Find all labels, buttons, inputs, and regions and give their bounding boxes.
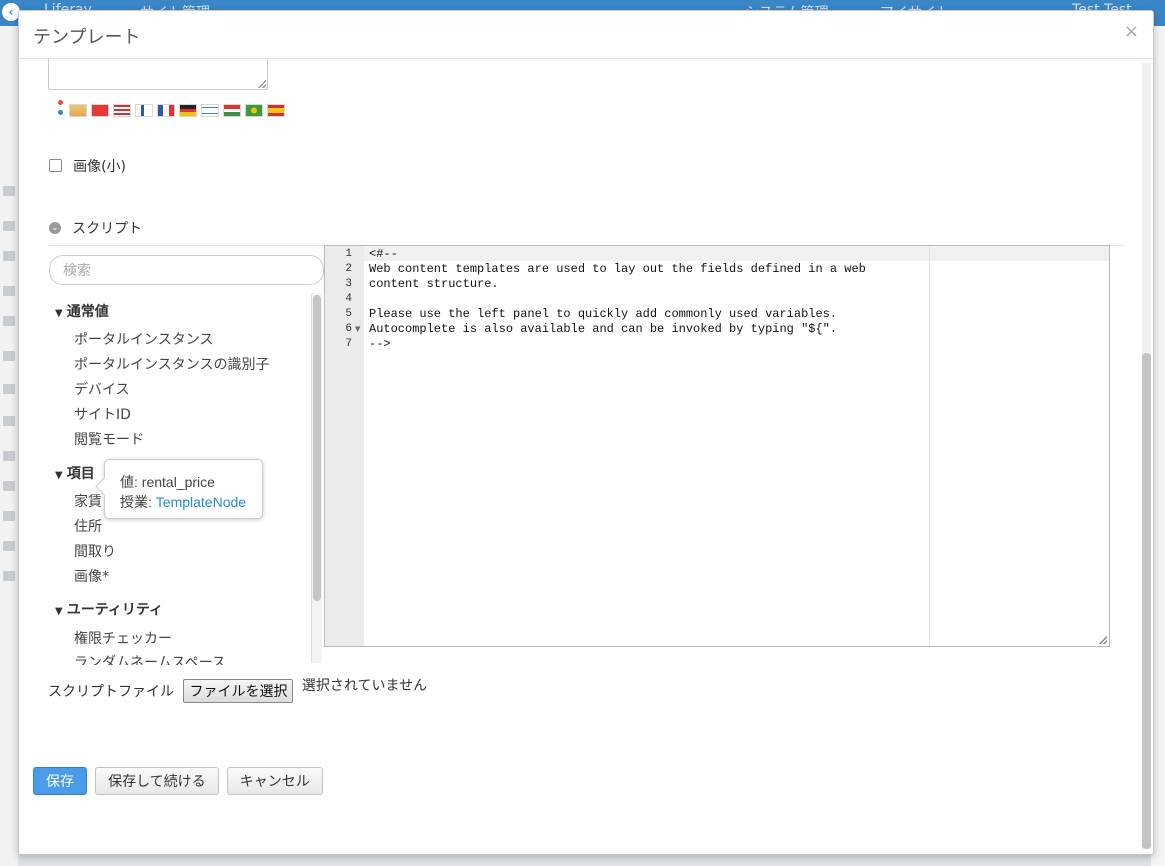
- flag-icon[interactable]: [113, 104, 131, 117]
- tooltip-value-label: 値:: [120, 474, 138, 490]
- variable-item[interactable]: 間取り: [74, 541, 116, 561]
- script-section-header[interactable]: ⌄ スクリプト: [49, 217, 142, 238]
- variable-group-general[interactable]: ▼ 通常値: [55, 301, 109, 321]
- line-number: 6: [345, 323, 352, 335]
- print-margin: [929, 246, 930, 646]
- flag-icon[interactable]: [179, 104, 197, 117]
- small-image-row: 画像(小): [49, 155, 126, 175]
- description-textarea[interactable]: [48, 59, 268, 90]
- line-number: 3: [345, 278, 352, 290]
- variable-item[interactable]: ランダムネームスペース: [74, 652, 226, 665]
- small-image-label: 画像(小): [73, 158, 127, 175]
- resize-grip-icon[interactable]: [1099, 636, 1107, 644]
- file-status-text: 選択されていません: [301, 678, 428, 694]
- variable-group-title: 通常値: [66, 304, 109, 320]
- tooltip-type-line: 授業: TemplateNode: [120, 492, 246, 512]
- scrollbar-thumb[interactable]: [1142, 353, 1151, 849]
- flag-icon[interactable]: [69, 104, 87, 117]
- line-number: 4: [345, 293, 352, 305]
- sidebar-icon: [3, 316, 15, 326]
- sidebar-icon: [3, 251, 15, 261]
- variable-item[interactable]: 家賃: [74, 491, 102, 511]
- triangle-down-icon: ▼: [55, 606, 63, 617]
- variable-item[interactable]: ポータルインスタンス: [74, 329, 213, 349]
- close-icon[interactable]: ×: [1124, 21, 1139, 42]
- line-number: 1: [345, 248, 352, 260]
- sidebar-icon: [3, 571, 15, 581]
- flag-icon[interactable]: [201, 104, 219, 117]
- flag-icon[interactable]: [157, 104, 175, 117]
- variable-search-input[interactable]: [49, 255, 324, 285]
- chevron-down-icon[interactable]: ⌄: [49, 221, 61, 234]
- tooltip-value-line: 値: rental_price: [120, 472, 215, 492]
- save-button[interactable]: 保存: [33, 767, 87, 795]
- code-line: Autocomplete is also available and can b…: [369, 322, 838, 336]
- template-modal: テンプレート × 画像(小) ⌄ スクリプト 検索 ▼ 通常値 ポータルインスタ…: [18, 10, 1154, 855]
- code-line: <#--: [369, 247, 398, 261]
- line-number: 7: [345, 338, 352, 350]
- save-and-continue-button[interactable]: 保存して続ける: [95, 767, 219, 795]
- tooltip-type-link[interactable]: TemplateNode: [156, 494, 246, 510]
- line-number: 5: [345, 308, 352, 320]
- sidebar-icon: [3, 451, 15, 461]
- code-line: Please use the left panel to quickly add…: [369, 307, 838, 321]
- modal-header: テンプレート ×: [19, 11, 1153, 59]
- flag-icon[interactable]: [135, 104, 153, 117]
- flag-icon[interactable]: [267, 104, 285, 117]
- flag-icon[interactable]: [91, 104, 109, 117]
- variable-group-fields[interactable]: ▼ 項目: [55, 463, 95, 483]
- sidebar-icon: [3, 511, 15, 521]
- tooltip-type-label: 授業:: [120, 494, 152, 510]
- tooltip-value: rental_price: [141, 474, 215, 490]
- sidebar-icon: [3, 481, 15, 491]
- sidebar-icon: [3, 286, 15, 296]
- code-line: -->: [369, 337, 391, 351]
- sidebar-icon: [3, 351, 15, 361]
- variable-tooltip: 値: rental_price 授業: TemplateNode: [95, 459, 263, 519]
- variable-group-title: ユーティリティ: [66, 602, 164, 618]
- sidebar-icon: [3, 186, 15, 196]
- modal-body: 画像(小) ⌄ スクリプト ▼通常値 ポータルインスタンス ポータルインスタンス…: [19, 59, 1139, 854]
- modal-title: テンプレート: [33, 27, 141, 48]
- script-code-editor[interactable]: 1 2 3 4 5 6 ▼ 7 <#-- Web content templat…: [324, 245, 1110, 647]
- choose-file-button[interactable]: ファイルを選択: [183, 679, 294, 703]
- modal-scrollbar[interactable]: [1142, 63, 1151, 849]
- variable-item[interactable]: サイトID: [74, 404, 131, 424]
- sidebar-icon: [3, 384, 15, 394]
- flag-icon[interactable]: [223, 104, 241, 117]
- variable-group-utilities[interactable]: ▼ ユーティリティ: [55, 599, 163, 619]
- background-sidebar: [0, 26, 18, 866]
- language-dot-icon: [58, 100, 63, 105]
- script-file-label: スクリプトファイル: [48, 684, 174, 700]
- code-line: Web content templates are used to lay ou…: [369, 262, 866, 276]
- variable-item[interactable]: デバイス: [74, 379, 130, 399]
- variable-item[interactable]: 住所: [74, 516, 102, 536]
- editor-gutter: [325, 246, 364, 646]
- active-line-highlight: [325, 246, 1109, 261]
- variable-item[interactable]: ポータルインスタンスの識別子: [74, 354, 269, 374]
- sidebar-icon: [3, 221, 15, 231]
- fold-arrow-icon[interactable]: ▼: [355, 325, 360, 333]
- modal-footer-buttons: 保存 保存して続ける キャンセル: [33, 767, 326, 795]
- small-image-checkbox[interactable]: [49, 159, 62, 172]
- triangle-down-icon: ▼: [55, 308, 63, 319]
- sidebar-icon: [3, 416, 15, 426]
- variables-scrollbar[interactable]: [311, 293, 322, 663]
- flag-icon[interactable]: [245, 104, 263, 117]
- script-file-row: スクリプトファイル ファイルを選択 選択されていません: [48, 678, 428, 703]
- variable-item[interactable]: 権限チェッカー: [74, 628, 172, 648]
- script-section-title: スクリプト: [72, 220, 143, 237]
- variable-item[interactable]: 画像*: [74, 566, 109, 586]
- cancel-button[interactable]: キャンセル: [226, 767, 323, 795]
- code-line: content structure.: [369, 277, 499, 291]
- line-number: 2: [345, 263, 352, 275]
- triangle-down-icon: ▼: [55, 470, 63, 481]
- variable-group-title: 項目: [66, 466, 95, 482]
- scrollbar-thumb[interactable]: [313, 295, 321, 601]
- sidebar-icon: [3, 541, 15, 551]
- variable-item[interactable]: 閲覧モード: [74, 429, 144, 449]
- language-dot-icon: [58, 110, 63, 115]
- resize-grip-icon[interactable]: [258, 80, 266, 88]
